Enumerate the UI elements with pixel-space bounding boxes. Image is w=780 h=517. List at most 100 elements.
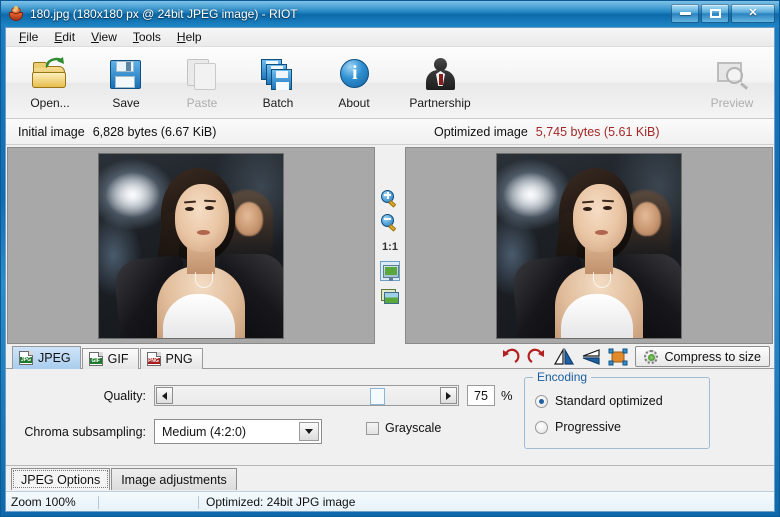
toolbar-partnership-label: Partnership: [409, 96, 470, 110]
status-format: Optimized: 24bit JPG image: [206, 495, 355, 509]
chroma-subsampling-label: Chroma subsampling:: [6, 425, 154, 439]
chevron-down-icon[interactable]: [299, 422, 319, 441]
flip-vertical-icon[interactable]: [581, 348, 601, 366]
grayscale-checkbox[interactable]: [366, 422, 379, 435]
window-title: 180.jpg (180x180 px @ 24bit JPEG image) …: [30, 7, 298, 21]
client-area: File Edit View Tools Help Open...: [5, 27, 775, 512]
menu-tools-rest: ools: [139, 30, 161, 44]
menu-tools[interactable]: Tools: [125, 28, 169, 46]
image-info-bar: Initial image 6,828 bytes (6.67 KiB) Opt…: [6, 119, 774, 145]
tab-jpeg[interactable]: JPG JPEG: [12, 346, 81, 369]
image-tool-strip: Compress to size: [500, 346, 770, 367]
menu-view-rest: iew: [99, 30, 117, 44]
close-button[interactable]: ✕: [731, 4, 775, 23]
resize-image-icon[interactable]: [608, 348, 628, 366]
tab-gif[interactable]: GIF GIF: [82, 348, 139, 369]
menu-file-rest: ile: [26, 30, 38, 44]
flip-horizontal-icon[interactable]: [554, 348, 574, 366]
jpeg-options-panel: Quality: 75 % Chroma subsampling: Medium…: [6, 369, 774, 465]
status-zoom: Zoom 100%: [11, 495, 76, 509]
tab-image-adjustments-label: Image adjustments: [121, 473, 227, 487]
menu-view[interactable]: View: [83, 28, 125, 46]
riot-app-icon: [8, 6, 24, 22]
restore-button[interactable]: [701, 4, 729, 23]
tab-png-label: PNG: [166, 352, 193, 366]
quality-decrement-button[interactable]: [156, 387, 173, 404]
quality-slider-thumb[interactable]: [370, 388, 385, 405]
chroma-subsampling-select[interactable]: Medium (4:2:0): [154, 419, 322, 444]
compress-to-size-label: Compress to size: [664, 350, 761, 364]
toolbar-batch-button[interactable]: Batch: [240, 51, 316, 115]
encoding-standard-optimized-label: Standard optimized: [555, 394, 663, 408]
menu-edit[interactable]: Edit: [46, 28, 83, 46]
person-suit-icon: [421, 56, 459, 92]
toolbar-open-button[interactable]: Open...: [12, 51, 88, 115]
menu-help-rest: elp: [186, 30, 202, 44]
zoom-out-icon[interactable]: [380, 213, 400, 233]
encoding-legend: Encoding: [533, 370, 591, 384]
tab-image-adjustments[interactable]: Image adjustments: [111, 468, 237, 490]
quality-row: Quality: 75 %: [6, 385, 526, 406]
preview-magnifier-icon: [713, 56, 751, 92]
main-toolbar: Open... Save Paste Bat: [6, 47, 774, 119]
open-arrow-icon: [45, 56, 65, 70]
toolbar-preview-label: Preview: [711, 96, 754, 110]
status-bar: Zoom 100% Optimized: 24bit JPG image: [6, 491, 774, 511]
side-by-side-icon[interactable]: [380, 285, 400, 305]
toolbar-partnership-button[interactable]: Partnership: [392, 51, 488, 115]
open-folder-icon: [31, 56, 69, 92]
menu-bar: File Edit View Tools Help: [6, 28, 774, 47]
toolbar-preview-button: Preview: [694, 51, 770, 115]
rotate-left-icon[interactable]: [500, 348, 520, 366]
quality-value-input[interactable]: 75: [467, 385, 495, 406]
minimize-button[interactable]: [671, 4, 699, 23]
optimized-image-label: Optimized image: [434, 125, 528, 139]
tab-gif-label: GIF: [108, 352, 129, 366]
optimized-image-info: Optimized image 5,745 bytes (5.61 KiB): [434, 125, 659, 139]
zoom-actual-size-button[interactable]: 1:1: [380, 237, 400, 257]
initial-image-label: Initial image: [18, 125, 85, 139]
riot-main-window: 180.jpg (180x180 px @ 24bit JPEG image) …: [0, 0, 780, 517]
encoding-progressive-option[interactable]: Progressive: [535, 420, 621, 434]
original-image: [98, 153, 284, 339]
toolbar-batch-label: Batch: [263, 96, 294, 110]
encoding-group: Encoding Standard optimized Progressive: [524, 377, 710, 449]
title-bar[interactable]: 180.jpg (180x180 px @ 24bit JPEG image) …: [1, 1, 779, 27]
quality-increment-button[interactable]: [440, 387, 457, 404]
optimized-image-pane[interactable]: [405, 147, 773, 344]
tab-jpeg-label: JPEG: [38, 351, 71, 365]
radio-progressive[interactable]: [535, 421, 548, 434]
zoom-in-icon[interactable]: [380, 189, 400, 209]
encoding-standard-optimized-option[interactable]: Standard optimized: [535, 394, 663, 408]
gif-file-icon: GIF: [89, 352, 103, 366]
rotate-right-icon[interactable]: [527, 348, 547, 366]
radio-standard-optimized[interactable]: [535, 395, 548, 408]
chroma-subsampling-value: Medium (4:2:0): [162, 425, 246, 439]
toolbar-about-button[interactable]: i About: [316, 51, 392, 115]
bottom-tab-strip: JPEG Options Image adjustments: [6, 465, 774, 491]
toolbar-save-button[interactable]: Save: [88, 51, 164, 115]
quality-slider[interactable]: [154, 385, 459, 406]
quality-percent-sign: %: [501, 388, 513, 403]
toolbar-paste-button: Paste: [164, 51, 240, 115]
image-compare-area: 1:1: [6, 145, 774, 345]
grayscale-label: Grayscale: [385, 421, 441, 435]
grayscale-row[interactable]: Grayscale: [366, 421, 441, 435]
paste-icon: [183, 56, 221, 92]
compress-to-size-button[interactable]: Compress to size: [635, 346, 770, 367]
window-controls: ✕: [671, 4, 775, 23]
menu-help[interactable]: Help: [169, 28, 210, 46]
zoom-actual-size-label: 1:1: [382, 241, 398, 253]
toolbar-about-label: About: [338, 96, 369, 110]
encoding-progressive-label: Progressive: [555, 420, 621, 434]
fit-to-window-icon[interactable]: [380, 261, 400, 281]
viewer-tool-strip: 1:1: [376, 147, 404, 344]
menu-file[interactable]: File: [11, 28, 46, 46]
floppy-disk-icon: [107, 56, 145, 92]
menu-edit-rest: dit: [62, 30, 75, 44]
gear-icon: [644, 350, 658, 364]
optimized-image: [496, 153, 682, 339]
original-image-pane[interactable]: [7, 147, 375, 344]
tab-png[interactable]: PNG PNG: [140, 348, 203, 369]
tab-jpeg-options[interactable]: JPEG Options: [11, 468, 110, 490]
